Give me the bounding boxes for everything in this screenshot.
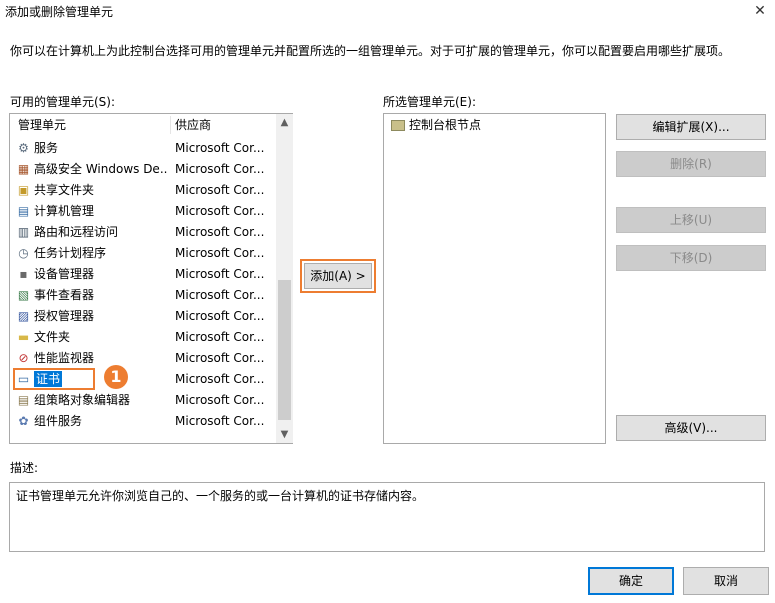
firewall-icon: ▦ <box>17 162 30 176</box>
snapin-vendor: Microsoft Cor... <box>175 225 265 239</box>
snapin-name: 服务 <box>34 141 59 155</box>
edit-extensions-button[interactable]: 编辑扩展(X)... <box>616 114 766 140</box>
computer-management-icon: ▤ <box>17 204 30 218</box>
cancel-button[interactable]: 取消 <box>683 567 769 595</box>
snapin-vendor: Microsoft Cor... <box>175 204 265 218</box>
folder-icon <box>391 120 405 131</box>
column-header-vendor[interactable]: 供应商 <box>175 114 211 136</box>
shared-folder-icon: ▣ <box>17 183 30 197</box>
event-viewer-icon: ▧ <box>17 288 30 302</box>
selected-snapins-list[interactable]: 控制台根节点 <box>383 113 606 444</box>
folder-icon: ▬ <box>17 330 30 344</box>
close-icon[interactable]: ✕ <box>748 0 772 22</box>
snapin-vendor: Microsoft Cor... <box>175 309 265 323</box>
snapin-vendor: Microsoft Cor... <box>175 162 265 176</box>
list-item[interactable]: ✿ 组件服务 Microsoft Cor... <box>10 411 276 432</box>
list-item[interactable]: ▦ 高级安全 Windows De... Microsoft Cor... <box>10 159 276 180</box>
move-down-button[interactable]: 下移(D) <box>616 245 766 271</box>
snapin-name: 计算机管理 <box>34 204 95 218</box>
snapin-name: 事件查看器 <box>34 288 95 302</box>
snapin-name: 高级安全 Windows De... <box>34 162 168 176</box>
snapin-vendor: Microsoft Cor... <box>175 246 265 260</box>
snapin-name: 授权管理器 <box>34 309 95 323</box>
instruction-text: 你可以在计算机上为此控制台选择可用的管理单元并配置所选的一组管理单元。对于可扩展… <box>10 44 731 58</box>
snapin-name: 组件服务 <box>34 414 83 428</box>
snapin-vendor: Microsoft Cor... <box>175 267 265 281</box>
selected-item-highlight <box>13 368 95 390</box>
device-manager-icon: ▪ <box>19 267 28 281</box>
list-item[interactable]: ⊘ 性能监视器 Microsoft Cor... <box>10 348 276 369</box>
component-services-icon: ✿ <box>18 414 29 428</box>
available-snapins-label: 可用的管理单元(S): <box>10 95 116 109</box>
selected-snapins-label: 所选管理单元(E): <box>383 95 476 109</box>
clock-icon: ◷ <box>18 246 29 260</box>
snapin-vendor: Microsoft Cor... <box>175 141 265 155</box>
snapin-vendor: Microsoft Cor... <box>175 330 265 344</box>
add-button-highlight: 添加(A) > <box>300 259 376 293</box>
description-label: 描述: <box>10 461 39 475</box>
list-item[interactable]: ▣ 共享文件夹 Microsoft Cor... <box>10 180 276 201</box>
snapin-vendor: Microsoft Cor... <box>175 372 265 386</box>
snapin-vendor: Microsoft Cor... <box>175 183 265 197</box>
authorization-icon: ▨ <box>17 309 30 323</box>
list-item[interactable]: ◷ 任务计划程序 Microsoft Cor... <box>10 243 276 264</box>
list-item[interactable]: ▬ 文件夹 Microsoft Cor... <box>10 327 276 348</box>
snapin-name: 任务计划程序 <box>34 246 107 260</box>
step-badge-1: 1 <box>104 365 128 389</box>
list-item[interactable]: ▨ 授权管理器 Microsoft Cor... <box>10 306 276 327</box>
routing-icon: ▥ <box>17 225 30 239</box>
snapin-name: 设备管理器 <box>34 267 95 281</box>
add-button[interactable]: 添加(A) > <box>304 263 372 289</box>
snapin-name: 共享文件夹 <box>34 183 95 197</box>
snapin-vendor: Microsoft Cor... <box>175 393 265 407</box>
description-box: 证书管理单元允许你浏览自己的、一个服务的或一台计算机的证书存储内容。 <box>9 482 765 552</box>
console-root-node[interactable]: 控制台根节点 <box>409 116 481 134</box>
move-up-button[interactable]: 上移(U) <box>616 207 766 233</box>
snapin-name: 文件夹 <box>34 330 71 344</box>
description-text: 证书管理单元允许你浏览自己的、一个服务的或一台计算机的证书存储内容。 <box>16 489 425 503</box>
snapin-vendor: Microsoft Cor... <box>175 288 265 302</box>
snapin-name: 组策略对象编辑器 <box>34 393 131 407</box>
gear-icon: ⚙ <box>18 141 29 155</box>
list-scrollbar[interactable]: ▲ ▼ <box>276 114 293 443</box>
snapin-vendor: Microsoft Cor... <box>175 351 265 365</box>
list-item[interactable]: ▪ 设备管理器 Microsoft Cor... <box>10 264 276 285</box>
available-snapins-list[interactable]: 管理单元 供应商 ⚙ 服务 Microsoft Cor... ▦ 高级安全 Window… <box>9 113 293 444</box>
list-item[interactable]: ▥ 路由和远程访问 Microsoft Cor... <box>10 222 276 243</box>
group-policy-icon: ▤ <box>17 393 30 407</box>
list-item[interactable]: ▤ 计算机管理 Microsoft Cor... <box>10 201 276 222</box>
snapin-name: 性能监视器 <box>34 351 95 365</box>
column-separator[interactable] <box>170 116 171 134</box>
snapin-vendor: Microsoft Cor... <box>175 414 265 428</box>
list-item[interactable]: ▤ 组策略对象编辑器 Microsoft Cor... <box>10 390 276 411</box>
performance-monitor-icon: ⊘ <box>18 351 29 365</box>
list-item[interactable]: ▧ 事件查看器 Microsoft Cor... <box>10 285 276 306</box>
ok-button[interactable]: 确定 <box>588 567 674 595</box>
advanced-button[interactable]: 高级(V)... <box>616 415 766 441</box>
remove-button[interactable]: 删除(R) <box>616 151 766 177</box>
window-title: 添加或删除管理单元 <box>5 5 114 19</box>
scroll-thumb[interactable] <box>278 280 291 420</box>
scroll-down-icon[interactable]: ▼ <box>276 426 293 443</box>
snapin-name: 路由和远程访问 <box>34 225 119 239</box>
list-item[interactable]: ⚙ 服务 Microsoft Cor... <box>10 138 276 159</box>
column-header-name[interactable]: 管理单元 <box>18 114 66 136</box>
scroll-up-icon[interactable]: ▲ <box>276 114 293 131</box>
